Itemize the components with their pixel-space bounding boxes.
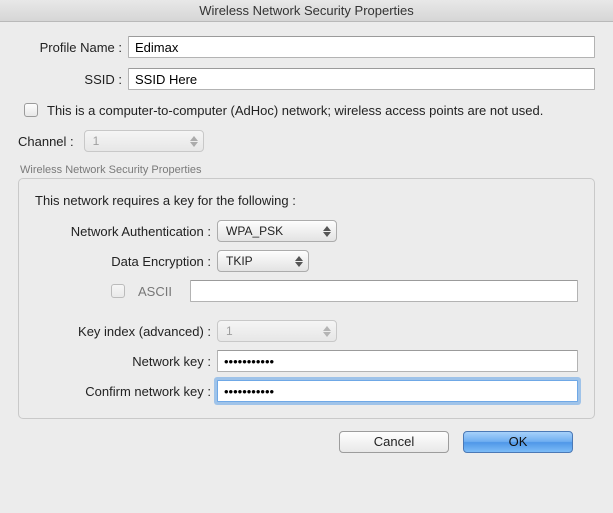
channel-select: 1 bbox=[85, 131, 122, 151]
ascii-label: ASCII bbox=[138, 284, 172, 299]
updown-icon bbox=[291, 252, 307, 270]
adhoc-checkbox[interactable] bbox=[24, 103, 38, 117]
ascii-input bbox=[190, 280, 578, 302]
updown-icon bbox=[186, 132, 202, 150]
security-group: This network requires a key for the foll… bbox=[18, 178, 595, 419]
group-legend: Wireless Network Security Properties bbox=[18, 164, 595, 176]
ssid-label: SSID : bbox=[18, 72, 128, 87]
cancel-button[interactable]: Cancel bbox=[339, 431, 449, 453]
ok-button[interactable]: OK bbox=[463, 431, 573, 453]
wireless-security-window: Wireless Network Security Properties Pro… bbox=[0, 0, 613, 513]
updown-icon bbox=[319, 222, 335, 240]
profile-name-input[interactable] bbox=[128, 36, 595, 58]
confirm-key-label: Confirm network key : bbox=[35, 384, 217, 399]
auth-select[interactable]: WPA_PSK bbox=[218, 221, 306, 241]
keyindex-select: 1 bbox=[218, 321, 255, 341]
ascii-checkbox bbox=[111, 284, 125, 298]
updown-icon bbox=[319, 322, 335, 340]
confirm-key-input[interactable] bbox=[217, 380, 578, 402]
auth-label: Network Authentication : bbox=[35, 224, 217, 239]
enc-label: Data Encryption : bbox=[35, 254, 217, 269]
network-key-label: Network key : bbox=[35, 354, 217, 369]
keyindex-label: Key index (advanced) : bbox=[35, 324, 217, 339]
channel-label: Channel : bbox=[18, 134, 74, 149]
group-note: This network requires a key for the foll… bbox=[35, 193, 578, 208]
profile-name-label: Profile Name : bbox=[18, 40, 128, 55]
network-key-input[interactable] bbox=[217, 350, 578, 372]
adhoc-label: This is a computer-to-computer (AdHoc) n… bbox=[47, 103, 543, 118]
ssid-input[interactable] bbox=[128, 68, 595, 90]
window-title: Wireless Network Security Properties bbox=[0, 0, 613, 22]
content-area: Profile Name : SSID : This is a computer… bbox=[0, 22, 613, 463]
encryption-select[interactable]: TKIP bbox=[218, 251, 275, 271]
